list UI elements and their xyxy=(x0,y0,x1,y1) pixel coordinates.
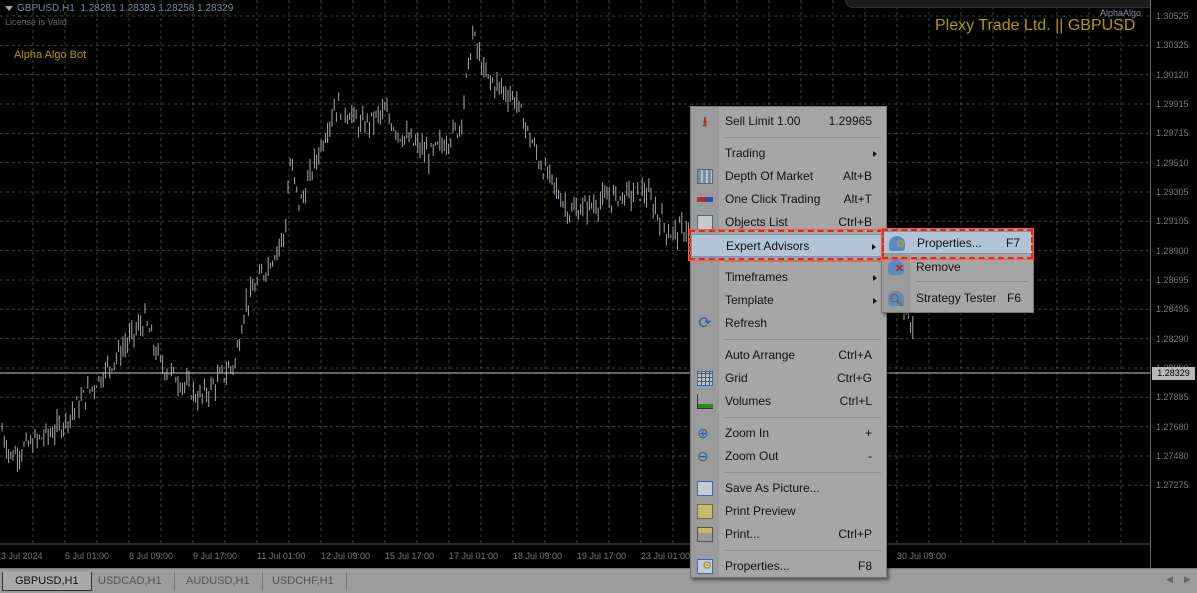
symbol-label: GBPUSD,H1 xyxy=(17,3,75,14)
license-status: License is Valid xyxy=(5,17,67,27)
brand-label: Plexy Trade Ltd. || GBPUSD xyxy=(935,17,1136,34)
submenu-arrow-icon xyxy=(873,298,877,304)
time-tick-label: 15 Jul 17:00 xyxy=(385,551,435,561)
bot-name: Alpha Algo Bot xyxy=(14,49,87,61)
scroll-left-icon[interactable]: ◀ xyxy=(1166,574,1173,585)
tab-gbpusd[interactable]: GBPUSD,H1 xyxy=(2,572,92,591)
save-picture-icon xyxy=(697,481,713,496)
price-tick-label: 1.28495 xyxy=(1156,304,1189,315)
time-tick-label: 5 Jul 01:00 xyxy=(65,551,110,561)
submenu-item-remove[interactable]: ✕ Remove xyxy=(882,256,1033,279)
menu-item-print[interactable]: Print... Ctrl+P xyxy=(691,523,886,546)
price-tick-label: 1.29305 xyxy=(1156,186,1189,197)
highlight-box-properties xyxy=(881,228,1034,260)
zoom-out-icon: ⊖ xyxy=(697,448,709,464)
price-tick-label: 1.30120 xyxy=(1156,69,1189,80)
menu-item-grid[interactable]: Grid Ctrl+G xyxy=(691,367,886,390)
one-click-trading-icon xyxy=(697,197,713,202)
price-tick-label: 1.29915 xyxy=(1156,98,1189,109)
price-tick-label: 1.28290 xyxy=(1156,333,1189,344)
price-tick-label: 1.27480 xyxy=(1156,450,1189,461)
tab-usdcad[interactable]: USDCAD,H1 xyxy=(86,572,175,591)
price-tick-label: 1.30525 xyxy=(1156,11,1189,21)
time-tick-label: 23 Jul 01:00 xyxy=(641,551,691,561)
menu-item-properties[interactable]: ⚙ Properties... F8 xyxy=(691,555,886,578)
time-tick-label: 17 Jul 01:00 xyxy=(449,551,499,561)
top-panel xyxy=(845,0,1197,8)
price-tick-label: 1.28695 xyxy=(1156,274,1189,285)
time-tick-label: 9 Jul 17:00 xyxy=(193,551,238,561)
menu-item-zoom-in[interactable]: ⊕ Zoom In + xyxy=(691,422,886,445)
refresh-icon: ⟳ xyxy=(698,315,712,332)
tab-usdchf[interactable]: USDCHF,H1 xyxy=(260,572,347,591)
time-tick-label: 3 Jul 2024 xyxy=(1,551,43,561)
properties-gear-icon: ⚙ xyxy=(697,559,713,574)
ohlc-values: 1.28281 1.28383 1.28258 1.28329 xyxy=(80,3,234,14)
context-menu: ⭳ Sell Limit 1.00 1.29965 Trading Depth Of… xyxy=(690,106,887,578)
depth-of-market-icon xyxy=(697,169,713,184)
printer-icon xyxy=(697,527,713,542)
price-tick-label: 1.28900 xyxy=(1156,245,1189,256)
scroll-right-icon[interactable]: ▶ xyxy=(1184,574,1191,585)
menu-item-auto-arrange[interactable]: Auto Arrange Ctrl+A xyxy=(691,344,886,367)
price-tick-label: 1.30325 xyxy=(1156,40,1189,51)
time-tick-label: 8 Jul 09:00 xyxy=(129,551,174,561)
print-preview-icon xyxy=(697,504,713,519)
tab-audusd[interactable]: AUDUSD,H1 xyxy=(174,572,263,591)
time-tick-label: 30 Jul 09:00 xyxy=(897,551,947,561)
current-price-label: 1.28329 xyxy=(1152,367,1195,380)
price-tick-label: 1.27275 xyxy=(1156,480,1189,491)
price-tick-label: 1.29715 xyxy=(1156,128,1189,139)
objects-list-icon xyxy=(697,215,713,230)
menu-item-save-as-picture[interactable]: Save As Picture... xyxy=(691,477,886,500)
menu-item-timeframes[interactable]: Timeframes xyxy=(691,266,886,289)
price-tick-label: 1.27680 xyxy=(1156,421,1189,432)
sell-arrow-icon: ⭳ xyxy=(702,114,708,129)
time-tick-label: 12 Jul 09:00 xyxy=(321,551,371,561)
menu-item-trading[interactable]: Trading xyxy=(691,142,886,165)
time-tick-label: 18 Jul 09:00 xyxy=(513,551,563,561)
grid-icon xyxy=(697,371,713,386)
price-tick-label: 1.29105 xyxy=(1156,216,1189,227)
menu-item-zoom-out[interactable]: ⊖ Zoom Out - xyxy=(691,445,886,468)
highlight-box-expert-advisors xyxy=(688,229,884,261)
submenu-arrow-icon xyxy=(873,151,877,157)
collapse-triangle-icon[interactable] xyxy=(5,5,13,11)
menu-item-print-preview[interactable]: Print Preview xyxy=(691,500,886,523)
menu-item-one-click-trading[interactable]: One Click Trading Alt+T xyxy=(691,188,886,211)
strategy-tester-icon: 🔍︎ xyxy=(888,291,904,307)
price-tick-label: 1.29510 xyxy=(1156,157,1189,168)
price-tick-label: 1.27885 xyxy=(1156,392,1189,403)
menu-item-template[interactable]: Template xyxy=(691,289,886,312)
submenu-item-strategy-tester[interactable]: 🔍︎ Strategy Tester F6 xyxy=(882,287,1033,310)
zoom-in-icon: ⊕ xyxy=(697,425,709,441)
volumes-icon xyxy=(697,394,713,409)
time-tick-label: 19 Jul 17:00 xyxy=(577,551,627,561)
submenu-arrow-icon xyxy=(873,275,877,281)
menu-item-volumes[interactable]: Volumes Ctrl+L xyxy=(691,390,886,413)
menu-item-refresh[interactable]: ⟳ Refresh xyxy=(691,312,886,335)
chart-header: GBPUSD,H1 1.28281 1.28383 1.28258 1.2832… xyxy=(5,3,233,14)
menu-item-depth-of-market[interactable]: Depth Of Market Alt+B xyxy=(691,165,886,188)
chart-tabs: GBPUSD,H1 USDCAD,H1 AUDUSD,H1 USDCHF,H1 … xyxy=(0,568,1197,593)
menu-item-sell-limit[interactable]: ⭳ Sell Limit 1.00 1.29965 xyxy=(691,110,886,133)
price-axis[interactable]: 1.30525 1.30325 1.30120 1.29915 1.29715 1.295… xyxy=(1150,0,1197,568)
expert-remove-icon: ✕ xyxy=(888,260,904,275)
time-tick-label: 11 Jul 01:00 xyxy=(257,551,306,561)
